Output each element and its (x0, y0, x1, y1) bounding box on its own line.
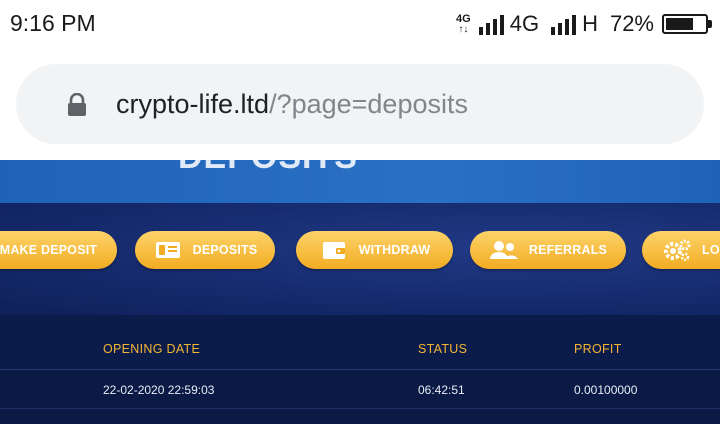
make-deposit-label: MAKE DEPOSIT (0, 243, 98, 257)
deposits-table: OPENING DATE STATUS PROFIT 22-02-2020 22… (0, 315, 720, 424)
users-icon (489, 239, 519, 261)
signal-strength-icon (478, 13, 504, 35)
logout-button[interactable]: LO (642, 231, 720, 269)
gears-icon (662, 239, 692, 261)
page-title: DEPOSITS (178, 160, 358, 177)
page-banner: DEPOSITS (0, 160, 720, 203)
logout-label: LO (702, 243, 720, 257)
withdraw-label: WITHDRAW (358, 243, 431, 257)
battery-percent: 72% (609, 11, 654, 36)
url-path: /?page=deposits (269, 89, 468, 119)
data-network-label: 4G (456, 12, 471, 25)
signal-strength-icon-2 (551, 13, 577, 35)
address-bar[interactable]: crypto-life.ltd/?page=deposits (16, 64, 704, 144)
url-text[interactable]: crypto-life.ltd/?page=deposits (116, 89, 468, 120)
deposits-button[interactable]: DEPOSITS (135, 231, 275, 269)
battery-icon (662, 14, 712, 34)
status-time: 9:16 PM (10, 10, 96, 36)
referrals-label: REFERRALS (528, 243, 608, 257)
network-type-2: H (582, 11, 598, 36)
money-bill-icon (153, 239, 183, 261)
lock-icon (68, 93, 86, 116)
cell-profit: 0.00100000 (574, 383, 638, 397)
table-row: 22-02-2020 22:59:03 06:42:51 0.00100000 (0, 371, 720, 409)
network-type-1: 4G (509, 11, 540, 36)
header-status: STATUS (418, 342, 468, 356)
make-deposit-button[interactable]: MAKE DEPOSIT (0, 231, 117, 269)
withdraw-button[interactable]: WITHDRAW (296, 231, 453, 269)
deposits-label: DEPOSITS (192, 243, 258, 257)
status-icons: 4G ↑↓ 4G H 72% (456, 9, 712, 39)
data-arrows-icon: ↑↓ (458, 23, 469, 35)
status-bar: 9:16 PM 4G ↑↓ 4G H 72% (0, 0, 720, 50)
cell-status: 06:42:51 (418, 383, 465, 397)
referrals-button[interactable]: REFERRALS (470, 231, 626, 269)
wallet-icon (319, 239, 349, 261)
table-header: OPENING DATE STATUS PROFIT (0, 315, 720, 370)
header-opening-date: OPENING DATE (103, 342, 201, 356)
web-page: DEPOSITS MAKE DEPOSIT DEPOSITS (0, 160, 720, 424)
browser-toolbar: crypto-life.ltd/?page=deposits (0, 50, 720, 160)
cell-opening-date: 22-02-2020 22:59:03 (103, 383, 215, 397)
account-nav: MAKE DEPOSIT DEPOSITS WITHDRAW REFERRALS… (0, 203, 720, 315)
header-profit: PROFIT (574, 342, 622, 356)
url-host: crypto-life.ltd (116, 89, 270, 119)
data-indicator: 4G ↑↓ (456, 12, 471, 35)
